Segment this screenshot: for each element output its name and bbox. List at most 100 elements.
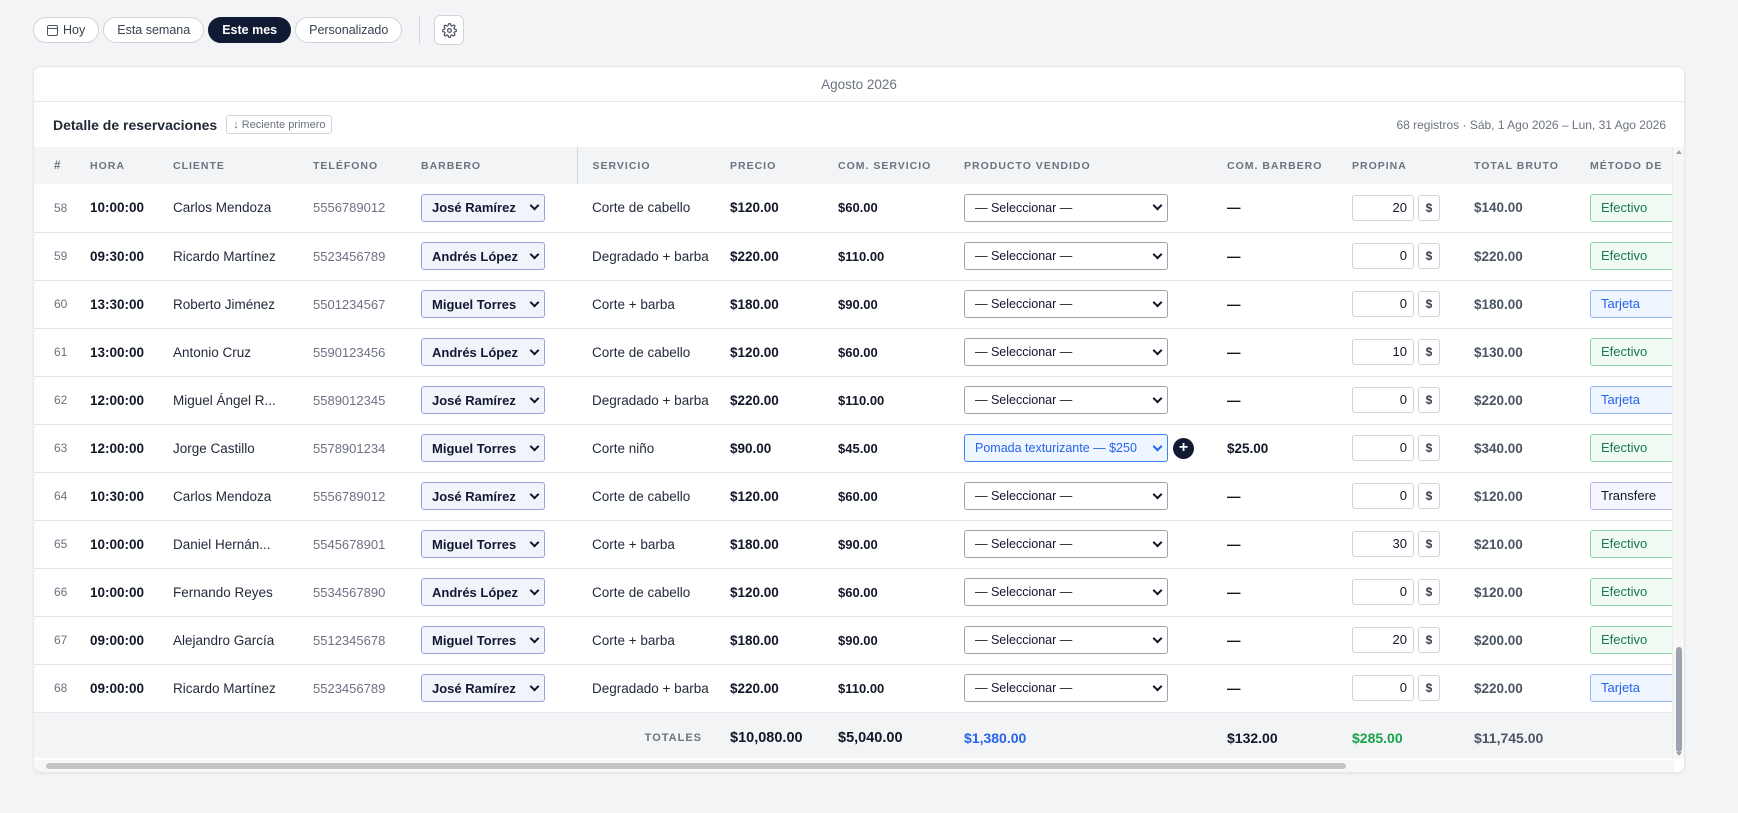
row-propina-cell: 0 $	[1352, 568, 1474, 617]
barber-select[interactable]: Miguel Torres	[421, 290, 545, 318]
row-producto-cell: — Seleccionar —	[964, 280, 1227, 329]
row-com-barbero: $25.00	[1227, 424, 1352, 473]
barber-select[interactable]: José Ramírez	[421, 386, 545, 414]
payment-method-badge[interactable]: Efectivo	[1590, 193, 1682, 222]
barber-select[interactable]: José Ramírez	[421, 193, 545, 222]
date-filter-bar: Hoy Esta semana Este mes Personalizado	[33, 15, 465, 45]
payment-method-badge[interactable]: Efectivo	[1590, 530, 1682, 558]
tip-currency-button[interactable]: $	[1418, 387, 1440, 413]
row-cliente: Ricardo Martínez	[173, 232, 313, 281]
settings-button[interactable]	[434, 15, 465, 45]
barber-select[interactable]: José Ramírez	[421, 674, 545, 702]
horizontal-scrollbar[interactable]	[34, 760, 1674, 772]
tip-input[interactable]: 0	[1352, 579, 1414, 605]
tip-input[interactable]: 0	[1352, 483, 1414, 509]
tip-input[interactable]: 10	[1352, 339, 1414, 365]
payment-method-badge[interactable]: Efectivo	[1590, 242, 1682, 270]
product-select[interactable]: — Seleccionar —	[964, 674, 1168, 702]
column-header: #	[34, 147, 90, 184]
row-number: 65	[34, 520, 90, 569]
scroll-up-icon[interactable]	[1676, 150, 1682, 154]
payment-method-badge[interactable]: Transfere	[1590, 482, 1682, 510]
horizontal-scroll-thumb[interactable]	[46, 763, 1346, 769]
column-header: SERVICIO	[576, 147, 730, 184]
payment-method-badge[interactable]: Tarjeta	[1590, 290, 1682, 318]
barber-select[interactable]: Andrés López	[421, 242, 545, 270]
tip-input[interactable]: 0	[1352, 243, 1414, 269]
tip-input[interactable]: 30	[1352, 531, 1414, 557]
chevron-down-icon	[1152, 585, 1163, 595]
row-barbero-cell: Andrés López	[421, 568, 577, 617]
tip-input[interactable]: 20	[1352, 194, 1414, 221]
row-com-servicio: $60.00	[838, 568, 964, 617]
card-header: Detalle de reservaciones ↓ Reciente prim…	[34, 102, 1684, 148]
row-propina-cell: 0 $	[1352, 424, 1474, 473]
barber-select[interactable]: Andrés López	[421, 338, 545, 366]
sort-order-button[interactable]: ↓ Reciente primero	[226, 115, 333, 134]
tip-currency-button[interactable]: $	[1418, 194, 1440, 221]
product-select[interactable]: — Seleccionar —	[964, 578, 1168, 606]
barber-select[interactable]: Miguel Torres	[421, 434, 545, 462]
table-scroll-area[interactable]: # HORA CLIENTE TELÉFONO BARBERO SERVICIO…	[34, 147, 1684, 758]
tip-input[interactable]: 0	[1352, 291, 1414, 317]
row-com-servicio: $110.00	[838, 376, 964, 425]
product-select[interactable]: — Seleccionar —	[964, 626, 1168, 654]
row-com-servicio: $60.00	[838, 184, 964, 233]
payment-method-badge[interactable]: Tarjeta	[1590, 674, 1682, 702]
row-precio: $120.00	[730, 328, 838, 377]
tip-currency-button[interactable]: $	[1418, 675, 1440, 701]
filter-custom-button[interactable]: Personalizado	[295, 17, 403, 43]
row-metodo-cell: Efectivo	[1590, 568, 1684, 617]
product-select[interactable]: Pomada texturizante — $250	[964, 434, 1168, 462]
product-select[interactable]: — Seleccionar —	[964, 193, 1168, 222]
row-servicio: Degradado + barba	[577, 664, 730, 713]
payment-method-badge[interactable]: Efectivo	[1590, 578, 1682, 606]
product-select[interactable]: — Seleccionar —	[964, 530, 1168, 558]
vertical-scrollbar[interactable]	[1672, 147, 1684, 759]
product-select[interactable]: — Seleccionar —	[964, 386, 1168, 414]
chevron-down-icon	[529, 633, 540, 643]
add-product-button[interactable]: +	[1173, 437, 1194, 459]
product-select[interactable]: — Seleccionar —	[964, 242, 1168, 270]
payment-method-badge[interactable]: Efectivo	[1590, 626, 1682, 654]
payment-method-badge[interactable]: Tarjeta	[1590, 386, 1682, 414]
filter-week-button[interactable]: Esta semana	[103, 17, 205, 43]
row-servicio: Corte de cabello	[577, 184, 730, 233]
tip-input[interactable]: 20	[1352, 627, 1414, 653]
row-propina-cell: 0 $	[1352, 376, 1474, 425]
row-servicio: Corte + barba	[577, 616, 730, 665]
column-header: TELÉFONO	[313, 147, 421, 184]
tip-currency-button[interactable]: $	[1418, 579, 1440, 605]
filter-today-button[interactable]: Hoy	[33, 17, 100, 43]
product-select[interactable]: — Seleccionar —	[964, 338, 1168, 366]
barber-select[interactable]: José Ramírez	[421, 482, 545, 510]
totals-precio: $10,080.00	[730, 711, 838, 758]
row-total-bruto: $130.00	[1474, 328, 1590, 377]
row-metodo-cell: Efectivo	[1590, 232, 1684, 281]
barber-select[interactable]: Miguel Torres	[421, 626, 545, 654]
row-telefono: 5523456789	[313, 664, 421, 713]
tip-input[interactable]: 0	[1352, 387, 1414, 413]
barber-select[interactable]: Andrés López	[421, 578, 545, 606]
tip-input[interactable]: 0	[1352, 435, 1414, 461]
barber-select[interactable]: Miguel Torres	[421, 530, 545, 558]
tip-currency-button[interactable]: $	[1418, 435, 1440, 461]
row-com-barbero: —	[1227, 376, 1352, 425]
vertical-scroll-thumb[interactable]	[1676, 647, 1682, 752]
scroll-down-icon[interactable]	[1676, 752, 1682, 756]
tip-currency-button[interactable]: $	[1418, 627, 1440, 653]
tip-currency-button[interactable]: $	[1418, 243, 1440, 269]
product-select[interactable]: — Seleccionar —	[964, 482, 1168, 510]
tip-currency-button[interactable]: $	[1418, 483, 1440, 509]
product-select[interactable]: — Seleccionar —	[964, 290, 1168, 318]
tip-currency-button[interactable]: $	[1418, 531, 1440, 557]
product-select-value: — Seleccionar —	[975, 297, 1073, 311]
tip-input[interactable]: 0	[1352, 675, 1414, 701]
tip-currency-button[interactable]: $	[1418, 339, 1440, 365]
filter-month-button[interactable]: Este mes	[208, 17, 292, 43]
tip-currency-button[interactable]: $	[1418, 291, 1440, 317]
payment-method-badge[interactable]: Efectivo	[1590, 434, 1682, 462]
payment-method-badge[interactable]: Efectivo	[1590, 338, 1682, 366]
product-select-value: — Seleccionar —	[975, 393, 1073, 407]
row-telefono: 5512345678	[313, 616, 421, 665]
